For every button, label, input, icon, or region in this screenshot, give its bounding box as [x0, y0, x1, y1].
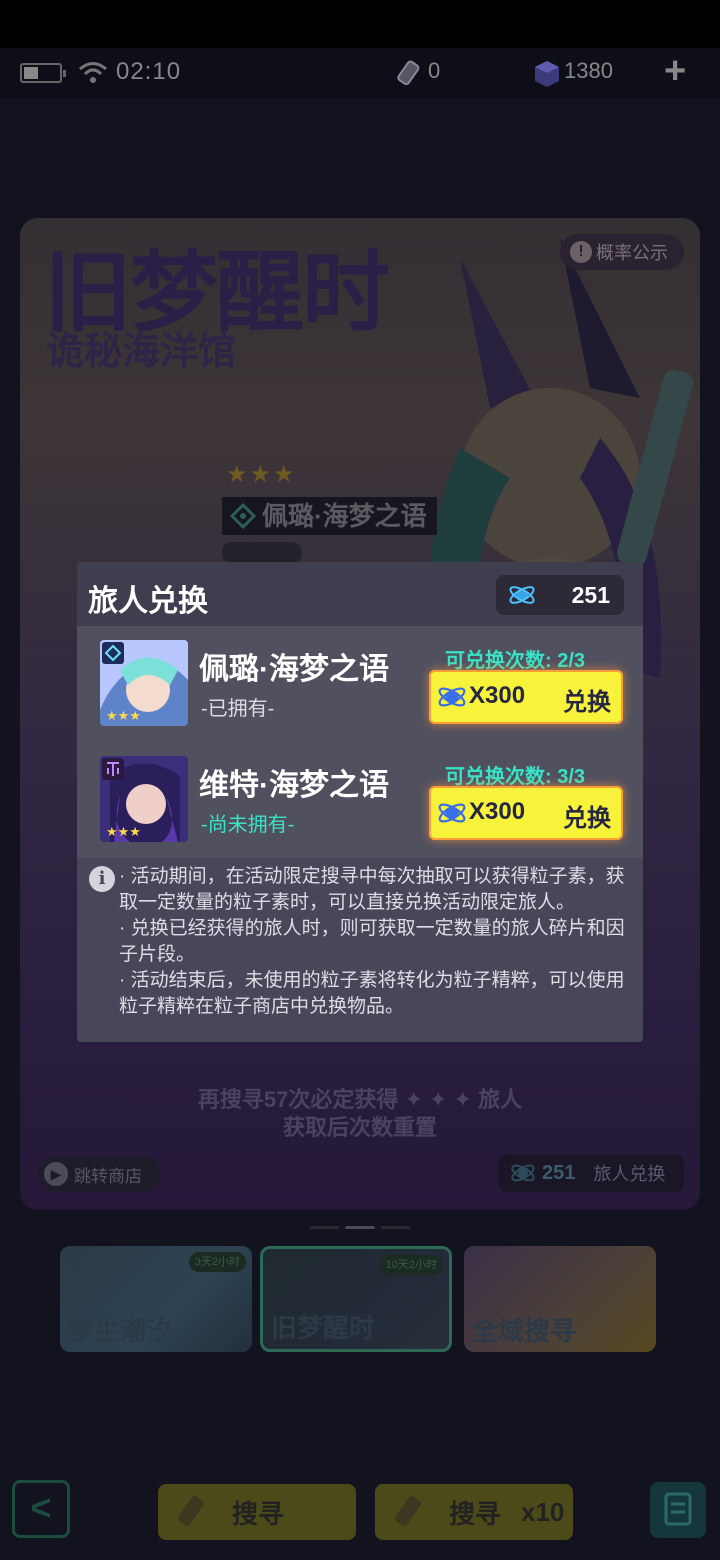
exchange-cost: X300: [469, 798, 526, 825]
back-button[interactable]: <: [12, 1480, 70, 1538]
character-name: 佩璐·海梦之语: [199, 653, 389, 686]
arrow-right-icon: ▶: [44, 1162, 68, 1186]
battery-icon: [20, 63, 66, 83]
probability-button[interactable]: ! 概率公示: [560, 234, 684, 270]
ticket-icon: [397, 60, 420, 86]
carousel-dot: [380, 1226, 410, 1229]
ticket-icon: [177, 1495, 205, 1527]
search-ten-label: 搜寻: [449, 1498, 502, 1529]
search-once-label: 搜寻: [232, 1498, 285, 1529]
class-symbol-icon: [230, 503, 256, 529]
exchange-action-label: 兑换: [563, 805, 611, 832]
character-portrait: ★★★: [100, 756, 188, 842]
ownership-status: -已拥有-: [201, 698, 275, 720]
clock: 02:10: [116, 58, 182, 85]
gem-icon: [535, 61, 559, 87]
exchange-count-label: 可兑换次数: 3/3: [445, 766, 586, 788]
particle-balance: 251: [496, 575, 624, 615]
pity-reset-text: 获取后次数重置: [282, 1115, 437, 1140]
info-paragraph: · 活动期间，在活动限定搜寻中每次抽取可以获得粒子素，获取一定数量的粒子素时，可…: [119, 866, 625, 913]
featured-character-name: 佩璐·海梦之语: [262, 501, 427, 531]
carousel-dot: [310, 1226, 340, 1229]
portrait-stars: ★★★: [106, 824, 141, 839]
exchange-info: i · 活动期间，在活动限定搜寻中每次抽取可以获得粒子素，获取一定数量的粒子素时…: [77, 858, 643, 1042]
banner-subtitle: 诡秘海洋馆: [46, 331, 237, 373]
particle-balance-value: 251: [571, 582, 610, 608]
tab-label: 旧梦醒时: [271, 1313, 376, 1343]
info-icon: i: [89, 866, 115, 892]
particle-icon: [511, 1164, 535, 1182]
rarity-stars: ★★★: [226, 461, 297, 488]
add-gems-button[interactable]: +: [664, 52, 686, 90]
exchange-count-label: 可兑换次数: 2/3: [445, 650, 586, 672]
particle-icon: [438, 803, 466, 823]
probability-label: 概率公示: [596, 243, 668, 263]
history-log-button[interactable]: [650, 1482, 706, 1538]
exchange-button[interactable]: X300 兑换: [429, 786, 623, 840]
particle-icon: [438, 687, 466, 707]
exchange-cost: X300: [469, 682, 526, 709]
gem-count: 1380: [564, 58, 613, 83]
tab-label: 全域搜寻: [472, 1316, 577, 1346]
tab-timer: 10天2小时: [379, 1255, 443, 1275]
exchange-label: 旅人兑换: [593, 1164, 666, 1184]
traveler-exchange-button[interactable]: 251 旅人兑换: [498, 1154, 684, 1192]
wifi-icon: [79, 62, 107, 83]
character-name: 维特·海梦之语: [199, 769, 389, 802]
ticket-count: 0: [428, 58, 441, 83]
document-icon: [664, 1492, 692, 1526]
exchange-row: ★★★ 维特·海梦之语 -尚未拥有- 可兑换次数: 3/3 X300 兑换: [77, 742, 643, 858]
detail-button[interactable]: [222, 542, 302, 564]
banner-tab-1[interactable]: 3天2小时 梦生潮汐: [60, 1246, 252, 1352]
search-ten-multiplier: x10: [521, 1496, 565, 1527]
info-paragraph: · 活动结束后，未使用的粒子素将转化为粒子精粹，可以使用粒子精粹在粒子商店中兑换…: [119, 970, 625, 1017]
exchange-row: ★★★ 佩璐·海梦之语 -已拥有- 可兑换次数: 2/3 X300 兑换: [77, 626, 643, 742]
search-once-button[interactable]: 搜寻: [158, 1484, 356, 1540]
particle-icon: [509, 586, 535, 604]
carousel-dot-active: [345, 1226, 375, 1229]
exchange-button[interactable]: X300 兑换: [429, 670, 623, 724]
jump-shop-label: 跳转商店: [74, 1166, 142, 1186]
featured-character-tag: 佩璐·海梦之语: [222, 497, 437, 535]
search-ten-button[interactable]: 搜寻 x10: [375, 1484, 573, 1540]
modal-title: 旅人兑换: [88, 585, 208, 618]
alert-icon: !: [570, 241, 592, 263]
top-black-bar: [0, 0, 720, 48]
exchange-action-label: 兑换: [563, 689, 611, 716]
jump-shop-button[interactable]: ▶ 跳转商店: [38, 1156, 160, 1192]
banner-tab-2[interactable]: 10天2小时 旧梦醒时: [260, 1246, 452, 1352]
tab-label: 梦生潮汐: [68, 1316, 173, 1346]
carousel-indicator: [310, 1226, 410, 1230]
info-text: · 活动期间，在活动限定搜寻中每次抽取可以获得粒子素，获取一定数量的粒子素时，可…: [119, 864, 627, 1020]
tab-timer: 3天2小时: [188, 1252, 246, 1272]
banner-tab-3[interactable]: 全域搜寻: [464, 1246, 656, 1352]
portrait-stars: ★★★: [106, 708, 141, 723]
traveler-exchange-modal: 旅人兑换 251 ★★★ 佩璐·海梦之语 -已拥有- 可兑换次数: 2/3 X3…: [77, 562, 643, 1042]
character-portrait: ★★★: [100, 640, 188, 726]
ticket-icon: [394, 1495, 422, 1527]
ownership-status: -尚未拥有-: [201, 814, 295, 836]
exchange-particle-count: 251: [542, 1161, 576, 1184]
modal-header: 旅人兑换 251: [77, 562, 643, 626]
info-paragraph: · 兑换已经获得的旅人时，则可获取一定数量的旅人碎片和因子片段。: [119, 918, 625, 965]
